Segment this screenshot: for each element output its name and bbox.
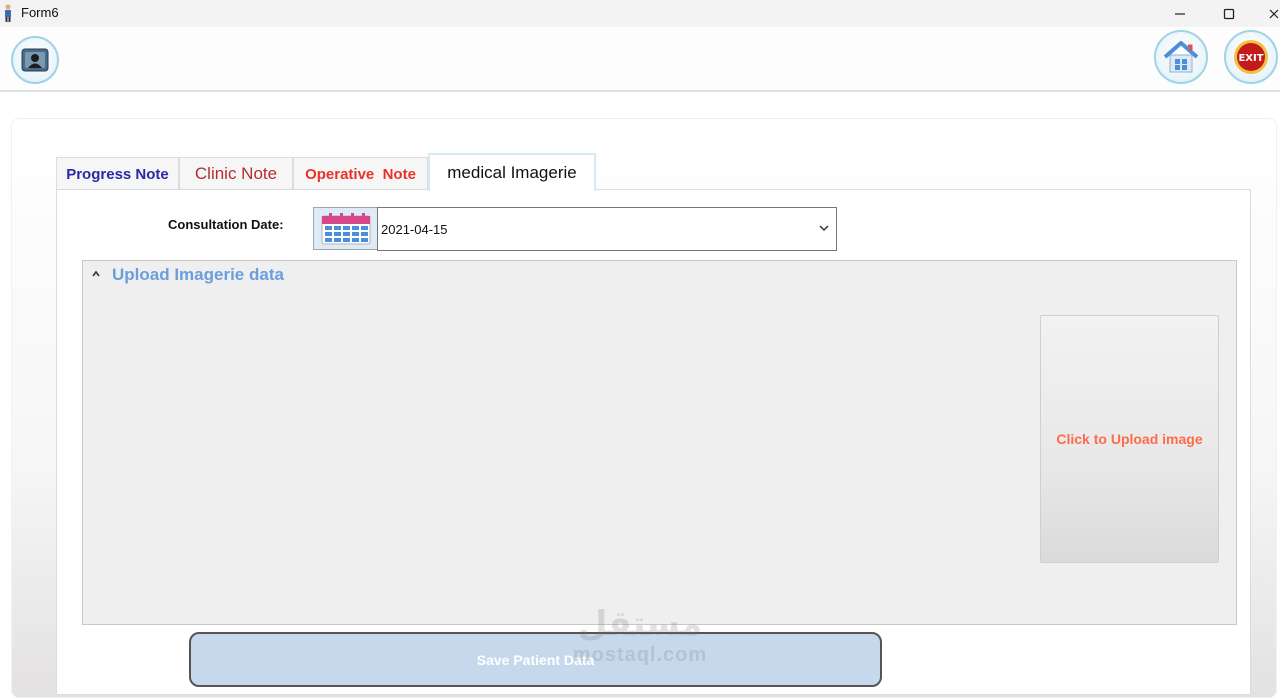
maximize-icon [1223,8,1235,19]
tab-clinic-note[interactable]: Clinic Note [179,157,293,190]
tab-operative-note[interactable]: Operative Note [293,157,428,190]
tab-progress-note-label: Progress Note [66,165,169,183]
tab-medical-imagerie-label: medical Imagerie [447,163,577,182]
home-icon [1163,41,1199,73]
exit-icon: EXIT [1234,40,1268,74]
consultation-date-value: 2021-04-15 [381,221,448,237]
exit-button[interactable]: EXIT [1224,30,1278,84]
tab-medical-imagerie[interactable]: medical Imagerie [428,153,596,191]
maximize-button[interactable] [1207,0,1251,27]
title-bar: Form6 [0,0,1280,27]
upload-image-button[interactable]: Click to Upload image [1040,315,1219,563]
close-icon [1269,9,1279,18]
calendar-icon [321,212,370,244]
app-person-icon [5,4,11,22]
upload-image-label: Click to Upload image [1056,431,1203,447]
patient-photo-button[interactable] [11,36,59,84]
minimize-icon [1175,12,1185,15]
close-button[interactable] [1262,0,1280,27]
chevron-down-icon [819,225,829,232]
save-patient-data-label: Save Patient Data [476,651,595,668]
home-button[interactable] [1154,30,1208,84]
patient-photo-icon [21,48,49,72]
tab-operative-note-label: Operative Note [305,165,416,183]
minimize-button[interactable] [1158,0,1202,27]
calendar-button[interactable] [313,207,378,250]
chevron-up-icon[interactable] [91,269,101,279]
tab-clinic-note-label: Clinic Note [194,164,278,183]
consultation-date-picker[interactable]: 2021-04-15 [377,207,837,251]
upload-imagerie-title[interactable]: Upload Imagerie data [112,265,284,285]
consultation-date-label: Consultation Date: [168,217,284,232]
window-title: Form6 [21,5,59,20]
toolbar: EXIT [0,27,1280,92]
save-patient-data-button[interactable]: Save Patient Data [189,632,882,687]
exit-label: EXIT [1238,53,1263,64]
tab-progress-note[interactable]: Progress Note [56,157,179,190]
